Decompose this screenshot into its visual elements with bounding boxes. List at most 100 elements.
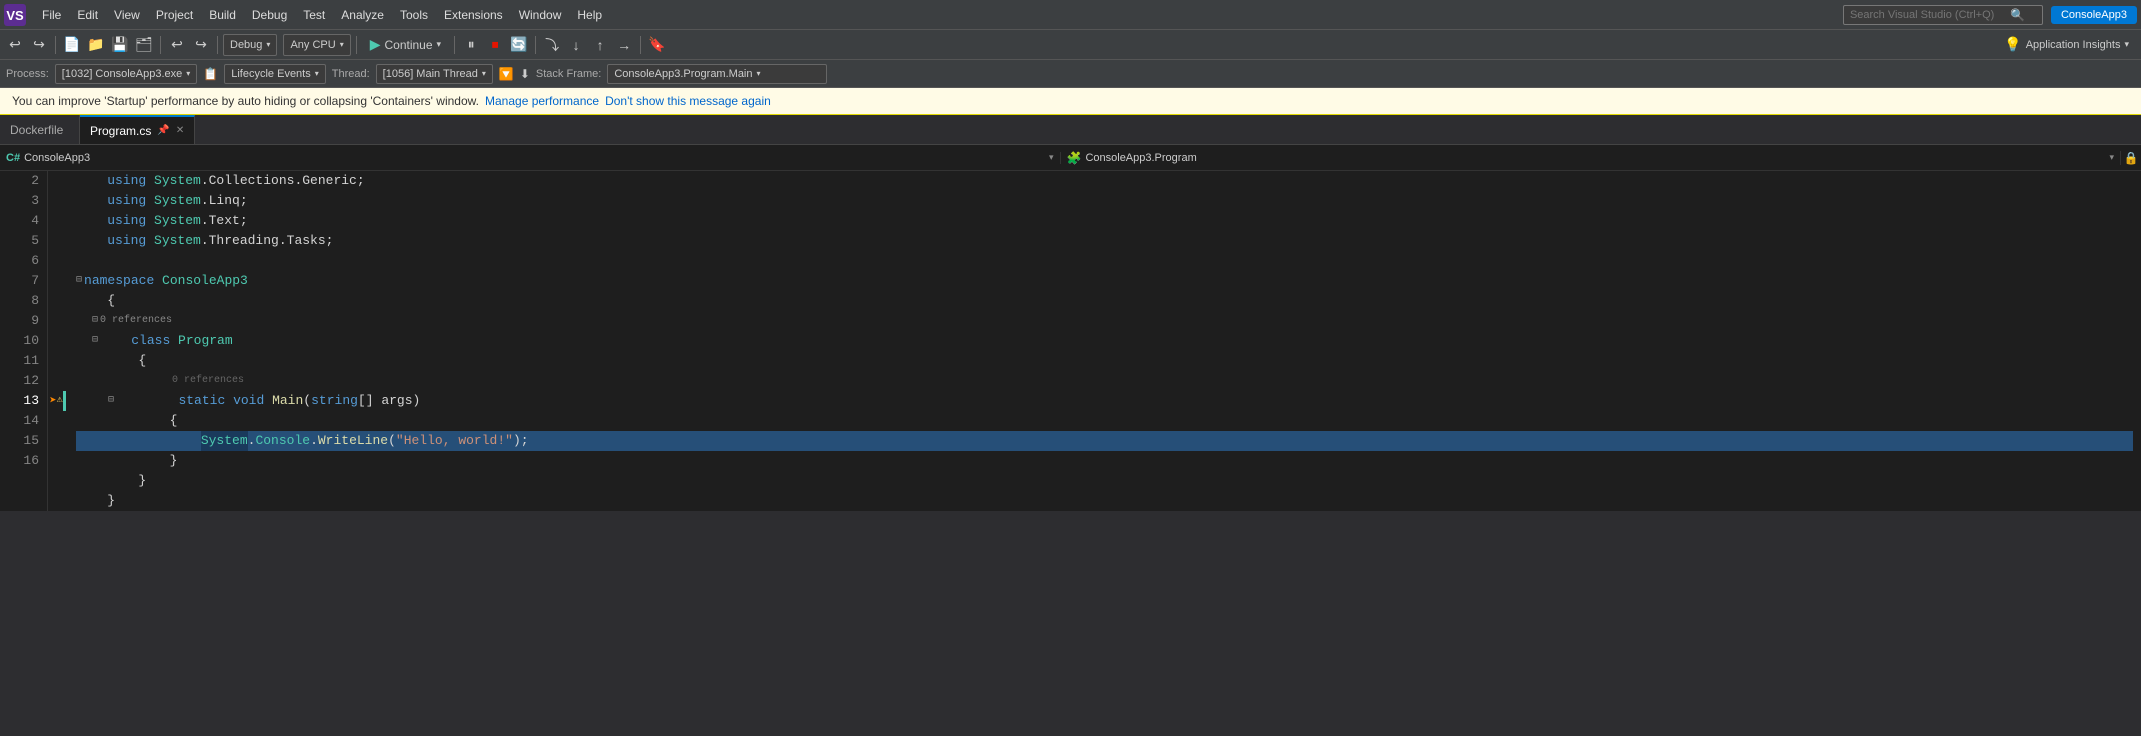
stack-arrow-icon: ▾	[757, 69, 761, 78]
thread-value: [1056] Main Thread	[383, 68, 478, 80]
gutter-10	[48, 331, 68, 351]
code-editor: 2 3 4 5 6 7 8 9 10 11 12 13 14 15 16	[0, 171, 2141, 511]
platform-dropdown[interactable]: Any CPU ▾	[283, 34, 350, 56]
dont-show-link[interactable]: Don't show this message again	[605, 94, 771, 108]
search-icon: 🔍	[2010, 8, 2025, 22]
gutter-7	[48, 271, 68, 291]
ln-14: 14	[0, 411, 39, 431]
separator6	[535, 36, 536, 54]
step-over-button[interactable]: ⤵	[541, 34, 563, 56]
fold-11-icon[interactable]: ⊟	[108, 391, 114, 411]
menu-project[interactable]: Project	[148, 4, 201, 26]
save-button[interactable]: 💾	[109, 34, 131, 56]
fold-7-icon[interactable]: ⊟	[76, 271, 82, 291]
menu-analyze[interactable]: Analyze	[333, 4, 392, 26]
step-out-button[interactable]: ↑	[589, 34, 611, 56]
debug-step-button[interactable]: ⏸	[460, 34, 482, 56]
gutter-15	[48, 431, 68, 451]
left-file-selector[interactable]: C# ConsoleApp3 ▾	[0, 152, 1061, 164]
open-folder-button[interactable]: 📁	[85, 34, 107, 56]
search-input[interactable]	[1850, 9, 2010, 21]
left-selector-arrow: ▾	[1049, 152, 1054, 163]
ln-13: 13	[0, 391, 39, 411]
process-dropdown[interactable]: [1032] ConsoleApp3.exe ▾	[55, 64, 198, 84]
tab-dockerfile[interactable]: Dockerfile	[0, 115, 80, 144]
step-next-button[interactable]: →	[613, 34, 635, 56]
class-icon: 🧩	[1067, 151, 1082, 165]
ln-3: 3	[0, 191, 39, 211]
step-into-button[interactable]: ↓	[565, 34, 587, 56]
stack-label: Stack Frame:	[536, 68, 601, 80]
debug-stop-button[interactable]: ⏹	[484, 34, 506, 56]
right-file-selector[interactable]: 🧩 ConsoleApp3.Program ▾	[1061, 151, 2122, 165]
gutter-12	[48, 371, 68, 391]
cs-icon: C#	[6, 152, 20, 164]
lock-button[interactable]: 🔒	[2121, 148, 2141, 168]
menu-debug[interactable]: Debug	[244, 4, 295, 26]
ln-9: 9	[0, 311, 39, 331]
forward-button[interactable]: ↪	[28, 34, 50, 56]
close-tab-icon[interactable]: ✕	[176, 125, 184, 136]
back-button[interactable]: ↩	[4, 34, 26, 56]
gutter-14	[48, 411, 68, 431]
fold-9-icon[interactable]: ⊟	[92, 311, 98, 331]
menu-help[interactable]: Help	[569, 4, 610, 26]
debug-restart-button[interactable]: 🔄	[508, 34, 530, 56]
undo-button[interactable]: ↩	[166, 34, 188, 56]
menu-edit[interactable]: Edit	[69, 4, 106, 26]
gutter-9	[48, 311, 68, 331]
right-selector-value: ConsoleApp3.Program	[1085, 152, 2105, 164]
gutter-5	[48, 231, 68, 251]
menu-file[interactable]: File	[34, 4, 69, 26]
menu-test[interactable]: Test	[295, 4, 333, 26]
tab-dockerfile-label: Dockerfile	[10, 123, 63, 137]
gutter-13: ➤ ⚠	[48, 391, 68, 411]
ai-button[interactable]: 💡 Application Insights ▾	[1996, 34, 2137, 55]
code-line-9: ⊟ 0 references	[76, 311, 2133, 331]
separator3	[217, 36, 218, 54]
tab-bar: Dockerfile Program.cs 📌 ✕	[0, 115, 2141, 145]
menu-build[interactable]: Build	[201, 4, 244, 26]
redo-button[interactable]: ↪	[190, 34, 212, 56]
debug-bar: Process: [1032] ConsoleApp3.exe ▾ 📋 Life…	[0, 60, 2141, 88]
config-arrow-icon: ▾	[266, 40, 270, 49]
ln-11: 11	[0, 351, 39, 371]
code-line-4: using System.Text;	[76, 211, 2133, 231]
save-all-button[interactable]: 🗂	[133, 34, 155, 56]
continue-button[interactable]: ▶ Continue ▾	[362, 34, 449, 56]
lifecycle-dropdown[interactable]: Lifecycle Events ▾	[224, 64, 326, 84]
lifecycle-icon: 📋	[203, 67, 218, 81]
left-selector-value: ConsoleApp3	[24, 152, 1045, 164]
gutter-8	[48, 291, 68, 311]
tab-program[interactable]: Program.cs 📌 ✕	[80, 115, 195, 144]
code-lines[interactable]: using System.Collections.Generic; using …	[68, 171, 2141, 511]
process-value: [1032] ConsoleApp3.exe	[62, 68, 182, 80]
account-button[interactable]: ConsoleApp3	[2051, 6, 2137, 24]
gutter-11	[48, 351, 68, 371]
filter-icon: 🔽	[499, 67, 514, 81]
toolbar1: ↩ ↪ 📄 📁 💾 🗂 ↩ ↪ Debug ▾ Any CPU ▾ ▶ Cont…	[0, 30, 2141, 60]
config-dropdown[interactable]: Debug ▾	[223, 34, 277, 56]
thread-dropdown[interactable]: [1056] Main Thread ▾	[376, 64, 493, 84]
platform-arrow-icon: ▾	[340, 40, 344, 49]
line-numbers: 2 3 4 5 6 7 8 9 10 11 12 13 14 15 16	[0, 171, 48, 511]
menu-items: File Edit View Project Build Debug Test …	[34, 4, 610, 26]
menu-bar: VS File Edit View Project Build Debug Te…	[0, 0, 2141, 30]
code-line-13: System.Console.WriteLine("Hello, world!"…	[76, 431, 2133, 451]
thread-label: Thread:	[332, 68, 370, 80]
new-file-button[interactable]: 📄	[61, 34, 83, 56]
menu-window[interactable]: Window	[511, 4, 570, 26]
manage-performance-link[interactable]: Manage performance	[485, 94, 599, 108]
code-line-16: }	[76, 491, 2133, 511]
separator5	[454, 36, 455, 54]
fold-9b-icon[interactable]: ⊟	[92, 331, 98, 351]
separator4	[356, 36, 357, 54]
continue-arrow-icon: ▾	[437, 39, 442, 50]
menu-view[interactable]: View	[106, 4, 148, 26]
search-box[interactable]: 🔍	[1843, 5, 2043, 25]
ln-5: 5	[0, 231, 39, 251]
stack-dropdown[interactable]: ConsoleApp3.Program.Main ▾	[607, 64, 827, 84]
bookmark-button[interactable]: 🔖	[646, 34, 668, 56]
menu-tools[interactable]: Tools	[392, 4, 436, 26]
menu-extensions[interactable]: Extensions	[436, 4, 511, 26]
